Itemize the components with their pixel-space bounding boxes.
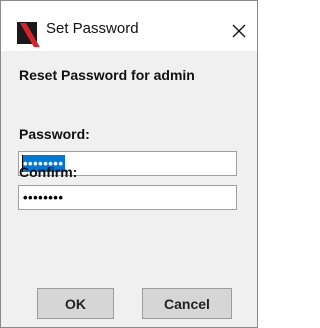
dialog-heading: Reset Password for admin xyxy=(19,67,195,83)
title-bar[interactable]: Set Password xyxy=(1,1,257,51)
close-button[interactable] xyxy=(223,15,255,47)
password-label: Password: xyxy=(19,126,90,142)
confirm-value: •••••••• xyxy=(23,190,64,205)
confirm-label: Confirm: xyxy=(19,164,78,180)
app-logo-icon xyxy=(17,22,40,47)
confirm-password-field[interactable]: •••••••• xyxy=(18,185,237,210)
cancel-button[interactable]: Cancel xyxy=(142,288,232,319)
close-icon xyxy=(232,24,246,38)
set-password-dialog: Set Password Reset Password for admin Pa… xyxy=(0,0,258,328)
ok-button[interactable]: OK xyxy=(37,288,114,319)
window-title: Set Password xyxy=(46,20,139,37)
